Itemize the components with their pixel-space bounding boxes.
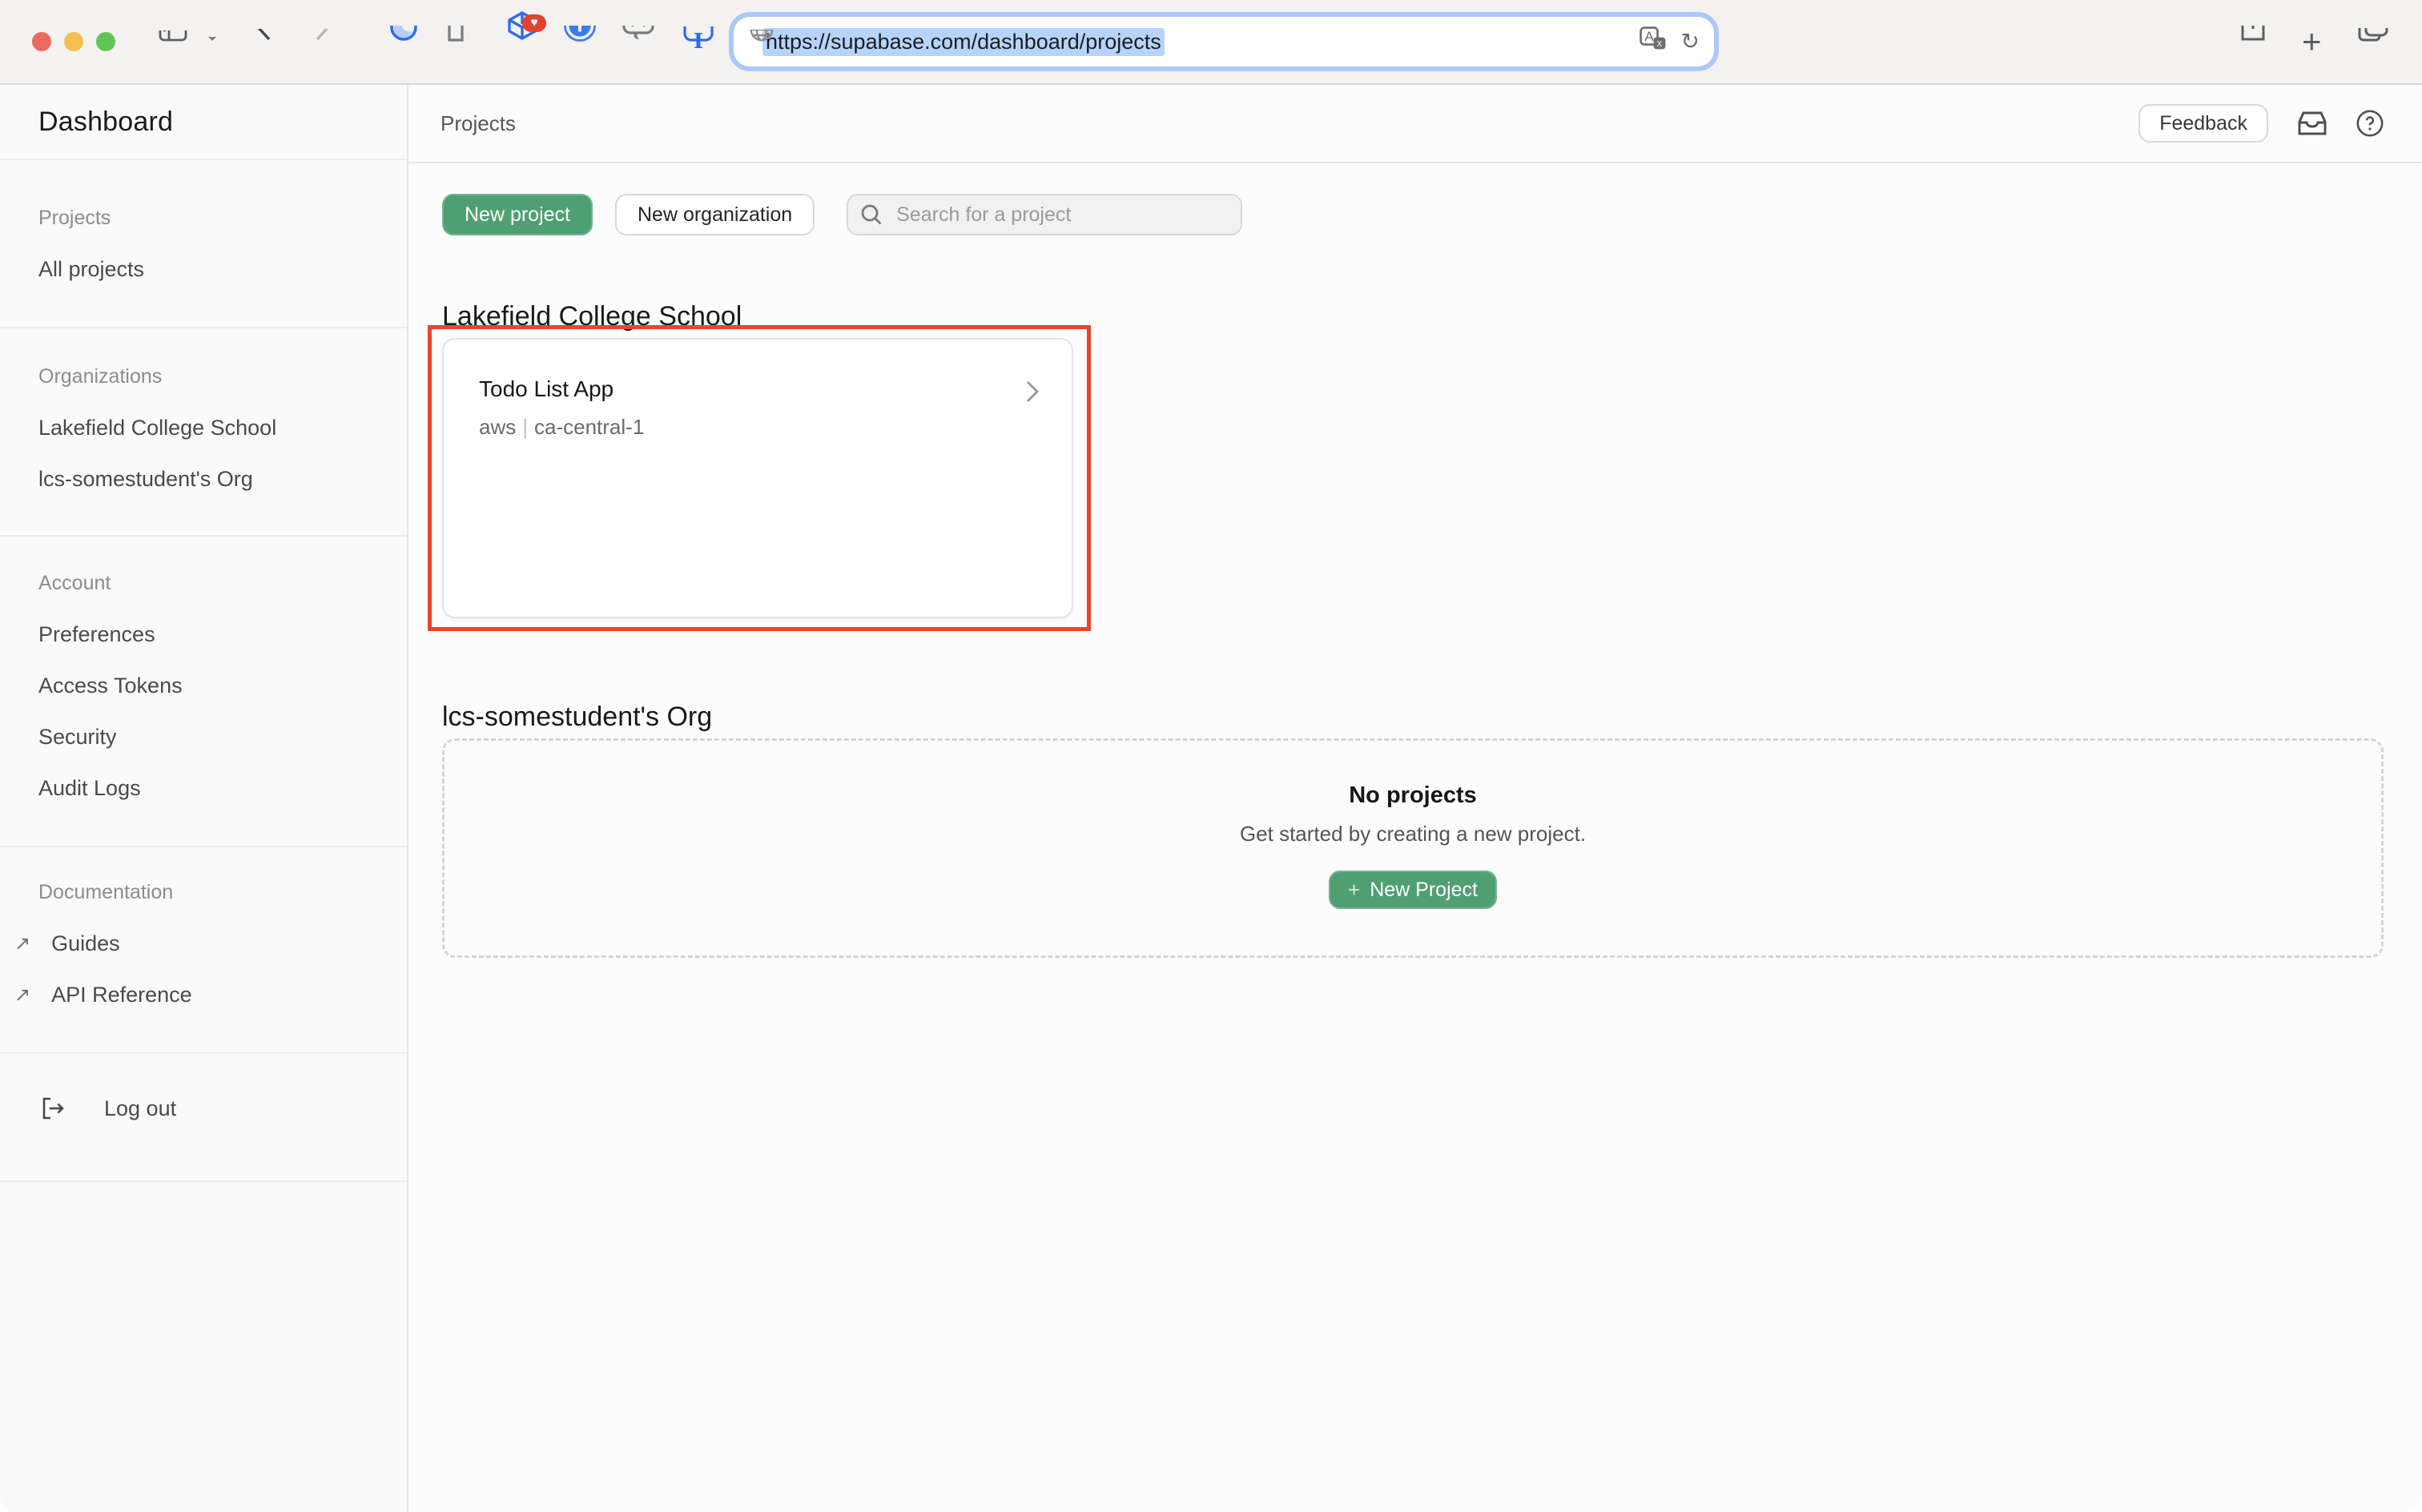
- sidebar-section-logout: Log out: [0, 1054, 407, 1182]
- main-content: Projects Feedback: [408, 85, 2422, 1512]
- sidebar-item-label: Access Tokens: [38, 674, 183, 698]
- sidebar-label-account: Account: [0, 557, 407, 609]
- sidebar-label-projects: Projects: [0, 192, 407, 243]
- logout-icon: [42, 1097, 66, 1120]
- page-title: Dashboard: [0, 85, 407, 160]
- sidebar-item-preferences[interactable]: Preferences: [0, 609, 407, 660]
- share-icon[interactable]: [2239, 26, 2267, 58]
- org-heading-lcs-somestudents: lcs-somestudent's Org: [442, 702, 712, 733]
- chevron-down-icon[interactable]: [205, 37, 219, 46]
- browser-window: ♥ I: [0, 0, 2422, 1512]
- sidebar-item-label: Audit Logs: [38, 776, 141, 801]
- sidebar-item-all-projects[interactable]: All projects: [0, 243, 407, 295]
- project-meta: aws|ca-central-1: [479, 415, 644, 440]
- new-project-label: New Project: [1370, 879, 1478, 902]
- sidebar-label-documentation: Documentation: [0, 867, 407, 918]
- url-text-selected[interactable]: https://supabase.com/dashboard/projects: [762, 28, 1165, 56]
- sidebar-item-label: Security: [38, 725, 117, 750]
- search-input[interactable]: [893, 202, 1228, 228]
- empty-state-subtitle: Get started by creating a new project.: [1240, 822, 1586, 846]
- sidebar: Dashboard Projects All projects Organiza…: [0, 85, 408, 1512]
- inbox-icon[interactable]: [2297, 111, 2327, 136]
- logout-label: Log out: [104, 1096, 176, 1121]
- sidebar-item-label: API Reference: [51, 983, 192, 1007]
- sidebar-section-organizations: Organizations Lakefield College School l…: [0, 328, 407, 537]
- instapaper-extension-icon[interactable]: I: [682, 26, 714, 58]
- back-button[interactable]: [256, 29, 272, 54]
- translate-icon[interactable]: A x: [1639, 26, 1667, 57]
- logout-button[interactable]: Log out: [0, 1083, 407, 1134]
- sidebar-item-security[interactable]: Security: [0, 711, 407, 762]
- sidebar-item-audit-logs[interactable]: Audit Logs: [0, 762, 407, 814]
- main-header: Projects Feedback: [408, 85, 2422, 163]
- sidebar-item-label: All projects: [38, 257, 144, 282]
- browser-toolbar: ♥ I: [0, 0, 2422, 85]
- sleep-tab-extension-icon[interactable]: [389, 26, 421, 58]
- cleaner-extension-icon[interactable]: [444, 26, 476, 58]
- new-project-button-empty-state[interactable]: + New Project: [1329, 871, 1497, 909]
- sidebar-section-projects: Projects All projects: [0, 160, 407, 328]
- search-icon: [861, 204, 882, 225]
- project-name: Todo List App: [479, 376, 614, 402]
- sidebar-item-access-tokens[interactable]: Access Tokens: [0, 660, 407, 711]
- feedback-button[interactable]: Feedback: [2138, 104, 2268, 143]
- sidebar-item-label: lcs-somestudent's Org: [38, 467, 253, 492]
- close-window-button[interactable]: [32, 32, 51, 51]
- project-provider: aws: [479, 415, 516, 439]
- plus-icon: +: [1348, 879, 1360, 900]
- external-link-icon: ↗: [14, 983, 30, 1007]
- sidebar-item-lakefield-college-school[interactable]: Lakefield College School: [0, 402, 407, 453]
- sidebar-item-lcs-somestudents-org[interactable]: lcs-somestudent's Org: [0, 453, 407, 505]
- svg-text:x: x: [1656, 37, 1662, 49]
- breadcrumb[interactable]: Projects: [441, 111, 516, 136]
- reload-icon[interactable]: ↻: [1681, 30, 1700, 53]
- zoom-window-button[interactable]: [96, 32, 115, 51]
- voice-bubble-extension-icon[interactable]: [622, 26, 654, 58]
- heart-badge-icon: ♥: [522, 14, 546, 32]
- help-icon[interactable]: [2356, 110, 2384, 137]
- empty-state-title: No projects: [1349, 782, 1477, 809]
- sidebar-item-api-reference[interactable]: ↗ API Reference: [0, 969, 407, 1020]
- empty-projects-panel: No projects Get started by creating a ne…: [442, 738, 2384, 958]
- sidebar-item-label: Guides: [51, 931, 120, 956]
- package-cube-extension-icon[interactable]: ♥: [506, 26, 538, 58]
- instapaper-i-glyph: I: [694, 31, 703, 52]
- project-card-todo-list-app[interactable]: Todo List App aws|ca-central-1: [442, 338, 1073, 618]
- new-tab-icon[interactable]: +: [2302, 22, 2322, 61]
- minimize-window-button[interactable]: [64, 32, 83, 51]
- forward-button[interactable]: [314, 29, 330, 54]
- external-link-icon: ↗: [14, 932, 30, 955]
- sidebar-label-organizations: Organizations: [0, 351, 407, 402]
- sidebar-item-guides[interactable]: ↗ Guides: [0, 918, 407, 969]
- new-organization-button[interactable]: New organization: [615, 194, 815, 235]
- projects-toolbar: New project New organization: [442, 194, 1242, 235]
- sidebar-toggle-icon[interactable]: [159, 30, 187, 53]
- svg-text:A: A: [1644, 29, 1654, 44]
- meta-separator: |: [516, 415, 534, 439]
- address-bar[interactable]: https://supabase.com/dashboard/projects …: [734, 17, 1714, 66]
- project-region: ca-central-1: [534, 415, 644, 439]
- onepassword-extension-icon[interactable]: [564, 26, 596, 58]
- new-project-button[interactable]: New project: [442, 194, 593, 235]
- chevron-right-icon: [1025, 380, 1040, 409]
- sidebar-section-account: Account Preferences Access Tokens Securi…: [0, 537, 407, 847]
- sidebar-item-label: Preferences: [38, 622, 155, 647]
- tab-overview-icon[interactable]: [2358, 28, 2388, 55]
- sidebar-item-label: Lakefield College School: [38, 416, 276, 440]
- sidebar-section-documentation: Documentation ↗ Guides ↗ API Reference: [0, 847, 407, 1054]
- project-search[interactable]: [847, 194, 1242, 235]
